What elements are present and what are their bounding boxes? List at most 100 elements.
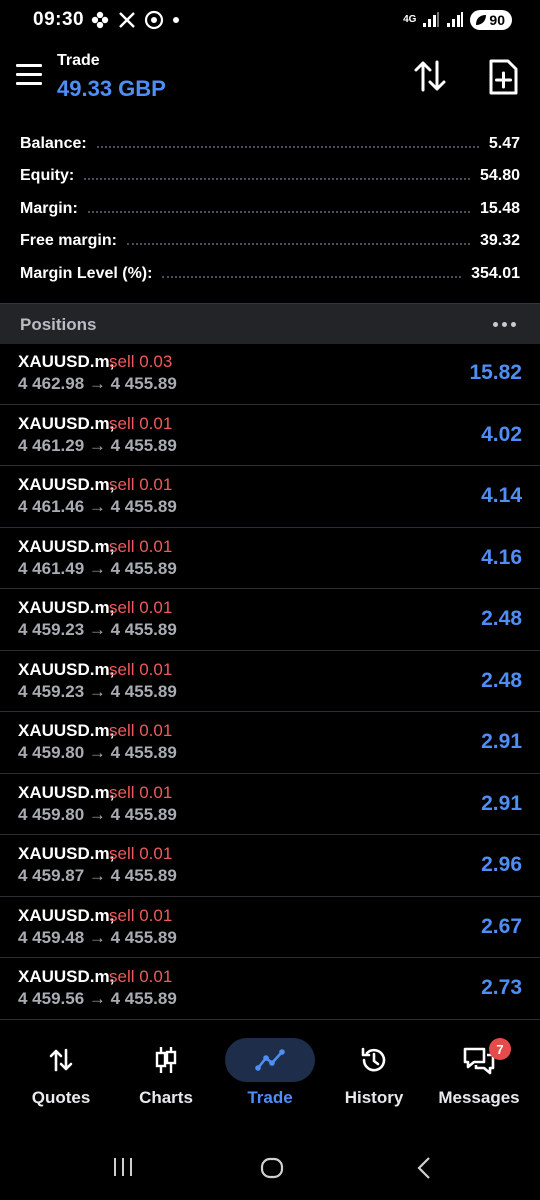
position-side: sell 0.01 <box>109 598 173 617</box>
position-symbol: XAUUSD.m, <box>18 782 115 802</box>
position-prices: 4 459.80 → 4 455.89 <box>18 804 177 824</box>
back-icon[interactable] <box>415 1156 433 1180</box>
positions-header: Positions <box>0 303 540 344</box>
summary-value: 15.48 <box>479 200 520 217</box>
position-profit: 15.82 <box>469 361 522 384</box>
position-side: sell 0.01 <box>109 905 173 925</box>
system-indicators: 4G 90 <box>403 9 512 31</box>
position-symbol: XAUUSD.m, <box>18 475 115 494</box>
summary-label: Free margin: <box>20 232 117 249</box>
page-title: Trade <box>57 52 100 69</box>
summary-value: 5.47 <box>488 135 520 152</box>
position-row[interactable]: XAUUSD.m, sell 0.01 4 461.49 → 4 455.89 4.1… <box>0 528 540 589</box>
positions-list: XAUUSD.m, sell 0.03 4 462.98 → 4 455.89 15.… <box>0 343 540 1020</box>
x-logo-icon <box>119 12 135 28</box>
app-header: Trade 49.33 GBP <box>0 40 540 120</box>
positions-title: Positions <box>20 315 97 334</box>
nav-label: Trade <box>247 1088 293 1107</box>
summary-value: 39.32 <box>479 232 520 249</box>
position-side: sell 0.01 <box>109 413 173 433</box>
network-type: 4G <box>403 14 417 25</box>
messages-badge: 7 <box>489 1038 511 1060</box>
signal-icon <box>423 12 440 27</box>
position-prices: 4 459.48 → 4 455.89 <box>18 927 177 947</box>
summary-row-margin-level: Margin Level (%): 354.01 <box>20 262 520 286</box>
nav-quotes[interactable]: Quotes <box>7 1030 115 1120</box>
status-time: 09:30 <box>33 9 85 30</box>
position-profit: 4.16 <box>481 545 522 569</box>
position-profit: 4.02 <box>481 422 522 446</box>
position-prices: 4 459.23 → 4 455.89 <box>18 620 177 639</box>
position-profit: 2.91 <box>481 730 522 753</box>
position-profit: 2.73 <box>481 976 522 999</box>
position-symbol: XAUUSD.m, <box>18 967 115 986</box>
position-row[interactable]: XAUUSD.m, sell 0.01 4 461.46 → 4 455.89 4.1… <box>0 466 540 528</box>
position-side: sell 0.01 <box>109 782 173 802</box>
position-symbol: XAUUSD.m, <box>18 352 115 371</box>
status-bar: 09:30 4G 90 <box>0 0 540 40</box>
summary-row-equity: Equity: 54.80 <box>20 164 520 188</box>
position-side: sell 0.01 <box>109 721 173 740</box>
summary-row-margin: Margin: 15.48 <box>20 197 520 221</box>
quotes-icon <box>38 1040 84 1080</box>
battery-level: 90 <box>489 12 505 28</box>
summary-value: 54.80 <box>479 167 520 184</box>
history-icon <box>351 1040 397 1080</box>
position-prices: 4 461.46 → 4 455.89 <box>18 497 177 516</box>
position-symbol: XAUUSD.m, <box>18 536 115 556</box>
nav-trade[interactable]: Trade <box>216 1030 324 1120</box>
position-prices: 4 461.49 → 4 455.89 <box>18 558 177 578</box>
position-side: sell 0.01 <box>109 475 173 494</box>
summary-row-free-margin: Free margin: 39.32 <box>20 229 520 253</box>
position-row[interactable]: XAUUSD.m, sell 0.03 4 462.98 → 4 455.89 15.… <box>0 343 540 405</box>
position-row[interactable]: XAUUSD.m, sell 0.01 4 459.56 → 4 455.89 2.7… <box>0 958 540 1020</box>
position-profit: 2.67 <box>481 914 522 938</box>
position-prices: 4 459.87 → 4 455.89 <box>18 866 177 885</box>
position-row[interactable]: XAUUSD.m, sell 0.01 4 459.48 → 4 455.89 2.6… <box>0 897 540 958</box>
position-side: sell 0.03 <box>109 352 173 371</box>
recents-icon[interactable] <box>112 1156 134 1178</box>
position-row[interactable]: XAUUSD.m, sell 0.01 4 461.29 → 4 455.89 4.0… <box>0 405 540 466</box>
position-row[interactable]: XAUUSD.m, sell 0.01 4 459.23 → 4 455.89 2.4… <box>0 651 540 712</box>
position-side: sell 0.01 <box>109 844 173 863</box>
position-prices: 4 462.98 → 4 455.89 <box>18 374 177 393</box>
more-options-icon[interactable] <box>493 322 516 327</box>
pinwheel-icon <box>91 11 109 29</box>
nav-history[interactable]: History <box>320 1030 428 1120</box>
position-side: sell 0.01 <box>109 967 173 986</box>
signal-icon-2 <box>447 12 464 27</box>
summary-value: 354.01 <box>471 265 520 282</box>
nav-charts[interactable]: Charts <box>112 1030 220 1120</box>
bottom-navigation: Quotes Charts Trade History 7 Messages <box>0 1030 540 1120</box>
position-row[interactable]: XAUUSD.m, sell 0.01 4 459.80 → 4 455.89 2.9… <box>0 712 540 774</box>
position-row[interactable]: XAUUSD.m, sell 0.01 4 459.23 → 4 455.89 2.4… <box>0 589 540 651</box>
position-side: sell 0.01 <box>109 659 173 679</box>
summary-row-balance: Balance: 5.47 <box>20 132 520 156</box>
position-row[interactable]: XAUUSD.m, sell 0.01 4 459.87 → 4 455.89 2.9… <box>0 835 540 897</box>
system-navigation <box>0 1140 540 1200</box>
position-profit: 2.48 <box>481 668 522 692</box>
notification-icons <box>90 9 180 31</box>
nav-label: History <box>344 1088 404 1107</box>
header-balance: 49.33 GBP <box>57 76 166 101</box>
charts-icon <box>143 1040 189 1080</box>
sort-icon[interactable] <box>412 58 448 94</box>
position-profit: 2.91 <box>481 791 522 815</box>
summary-label: Balance: <box>20 135 87 152</box>
position-row[interactable]: XAUUSD.m, sell 0.01 4 459.80 → 4 455.89 2.9… <box>0 774 540 835</box>
menu-icon[interactable] <box>16 64 42 86</box>
position-symbol: XAUUSD.m, <box>18 844 115 863</box>
position-prices: 4 459.80 → 4 455.89 <box>18 743 177 762</box>
summary-label: Margin Level (%): <box>20 265 153 282</box>
home-icon[interactable] <box>260 1156 284 1180</box>
summary-label: Equity: <box>20 167 75 184</box>
battery-indicator: 90 <box>470 10 512 30</box>
position-symbol: XAUUSD.m, <box>18 659 115 679</box>
trade-icon <box>247 1040 293 1080</box>
position-profit: 4.14 <box>481 484 522 507</box>
nav-messages[interactable]: 7 Messages <box>425 1030 533 1120</box>
position-profit: 2.48 <box>481 607 522 630</box>
new-order-icon[interactable] <box>486 58 520 96</box>
position-profit: 2.96 <box>481 853 522 876</box>
position-symbol: XAUUSD.m, <box>18 905 115 925</box>
